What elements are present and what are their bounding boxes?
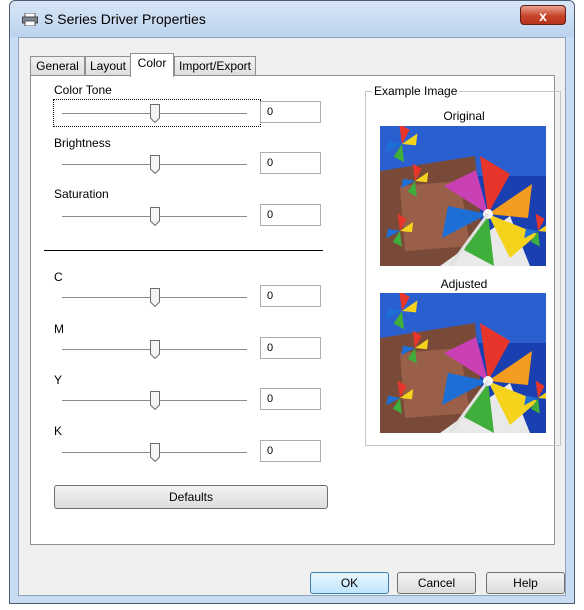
y-label: Y — [54, 373, 63, 387]
m-slider[interactable] — [62, 340, 247, 360]
brightness-slider[interactable] — [62, 155, 247, 175]
example-image-group: Example Image Original Adjusted — [365, 84, 561, 446]
color-tone-value[interactable]: 0 — [260, 101, 321, 123]
title-bar[interactable]: S Series Driver Properties x — [10, 1, 574, 37]
adjusted-label: Adjusted — [440, 277, 488, 291]
tab-general[interactable]: General — [30, 56, 85, 76]
help-button[interactable]: Help — [486, 572, 565, 594]
color-tone-slider[interactable] — [62, 104, 247, 124]
slider-thumb[interactable] — [150, 288, 160, 307]
original-label: Original — [443, 109, 485, 123]
color-tone-label: Color Tone — [54, 83, 112, 97]
slider-thumb[interactable] — [150, 340, 160, 359]
tab-import-export-label: Import/Export — [178, 59, 252, 73]
k-slider[interactable] — [62, 443, 247, 463]
defaults-button[interactable]: Defaults — [54, 485, 328, 509]
brightness-label: Brightness — [54, 136, 111, 150]
c-value[interactable]: 0 — [260, 285, 321, 307]
tab-color[interactable]: Color — [130, 53, 174, 77]
saturation-slider[interactable] — [62, 207, 247, 227]
adjusted-image — [380, 293, 546, 433]
cancel-button[interactable]: Cancel — [397, 572, 476, 594]
original-image — [380, 126, 546, 266]
slider-thumb[interactable] — [150, 207, 160, 226]
separator-line — [44, 250, 323, 251]
close-button[interactable]: x — [520, 5, 566, 25]
printer-icon — [22, 13, 38, 26]
brightness-value[interactable]: 0 — [260, 152, 321, 174]
m-value[interactable]: 0 — [260, 337, 321, 359]
close-icon: x — [539, 8, 547, 24]
saturation-value[interactable]: 0 — [260, 204, 321, 226]
example-image-title: Example Image — [372, 84, 460, 98]
slider-thumb[interactable] — [150, 104, 160, 123]
k-value[interactable]: 0 — [260, 440, 321, 462]
window-title: S Series Driver Properties — [44, 11, 206, 27]
y-value[interactable]: 0 — [260, 388, 321, 410]
c-slider[interactable] — [62, 288, 247, 308]
y-slider[interactable] — [62, 391, 247, 411]
tab-layout[interactable]: Layout — [85, 56, 131, 76]
tab-import-export[interactable]: Import/Export — [174, 56, 256, 76]
k-label: K — [54, 424, 63, 438]
slider-thumb[interactable] — [150, 155, 160, 174]
slider-thumb[interactable] — [150, 391, 160, 410]
saturation-label: Saturation — [54, 187, 109, 201]
ok-button[interactable]: OK — [310, 572, 389, 594]
tab-color-label: Color — [137, 56, 167, 70]
tab-layout-label: Layout — [89, 59, 127, 73]
tab-general-label: General — [36, 59, 79, 73]
m-label: M — [54, 322, 64, 336]
c-label: C — [54, 270, 63, 284]
slider-thumb[interactable] — [150, 443, 160, 462]
